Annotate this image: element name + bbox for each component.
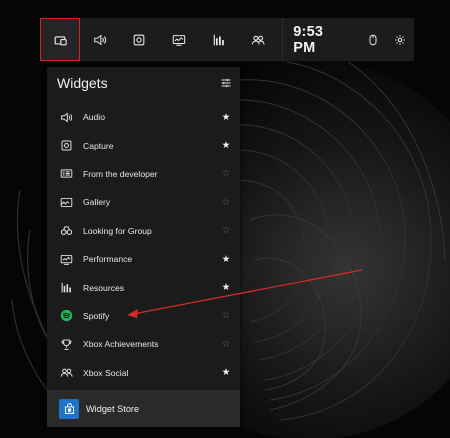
favorite-star-icon[interactable]: ★	[220, 282, 232, 293]
resources-icon	[61, 282, 71, 293]
performance-icon	[60, 254, 72, 265]
widget-item-label: Looking for Group	[83, 225, 152, 236]
developer-icon	[60, 169, 72, 179]
panel-title: Widgets	[57, 75, 108, 91]
widget-item-from-the-developer[interactable]: From the developer ☆	[47, 160, 240, 188]
resources-icon	[213, 34, 224, 45]
widget-item-label: Spotify	[83, 310, 110, 321]
favorite-star-icon[interactable]: ★	[220, 254, 232, 265]
widget-item-resources[interactable]: Resources ★	[47, 273, 240, 301]
spotify-icon	[60, 310, 72, 322]
favorite-star-icon[interactable]: ★	[220, 140, 232, 151]
clock: 9:53 PM	[293, 23, 324, 56]
capture-icon	[61, 140, 71, 151]
widget-item-label: Capture	[83, 140, 114, 151]
widget-list: Audio ★ Capture ★ From the developer ☆ G…	[47, 103, 240, 387]
resources-button[interactable]	[199, 18, 239, 61]
mouse-button[interactable]	[360, 18, 387, 61]
widget-store-button[interactable]: Widget Store	[47, 390, 240, 427]
widgets-panel: Widgets Audio ★ Capture ★ From the devel…	[47, 67, 240, 427]
trophy-icon	[61, 339, 71, 350]
widget-item-label: Audio	[83, 112, 105, 123]
options-icon[interactable]	[220, 77, 232, 89]
widget-item-label: Resources	[83, 282, 125, 293]
capture-button[interactable]	[119, 18, 159, 61]
gallery-icon	[60, 197, 72, 207]
favorite-star-icon[interactable]: ☆	[220, 197, 232, 208]
favorite-star-icon[interactable]: ☆	[220, 339, 232, 350]
audio-button[interactable]	[80, 18, 120, 61]
capture-icon	[133, 34, 145, 45]
favorite-star-icon[interactable]: ☆	[220, 225, 232, 236]
settings-button[interactable]	[387, 18, 414, 61]
game-bar: 9:53 PM	[40, 18, 414, 61]
widget-item-looking-for-group[interactable]: Looking for Group ☆	[47, 217, 240, 245]
favorite-star-icon[interactable]: ☆	[220, 310, 232, 321]
audio-icon	[93, 34, 106, 45]
widget-item-audio[interactable]: Audio ★	[47, 103, 240, 131]
favorite-star-icon[interactable]: ★	[220, 112, 232, 123]
widget-item-label: Gallery	[83, 197, 111, 208]
widget-item-xbox-achievements[interactable]: Xbox Achievements ☆	[47, 330, 240, 358]
widget-store-label: Widget Store	[86, 403, 140, 414]
social-icon	[60, 368, 73, 377]
widget-item-xbox-social[interactable]: Xbox Social ★	[47, 359, 240, 387]
widget-menu-icon	[54, 35, 67, 45]
widget-item-capture[interactable]: Capture ★	[47, 131, 240, 159]
widget-item-label: Xbox Achievements	[83, 339, 159, 350]
widget-item-label: Xbox Social	[83, 367, 129, 378]
social-button[interactable]	[239, 18, 279, 61]
widget-item-gallery[interactable]: Gallery ☆	[47, 188, 240, 216]
mouse-icon	[369, 34, 377, 45]
social-icon	[252, 35, 266, 45]
binoculars-icon	[60, 226, 72, 236]
favorite-star-icon[interactable]: ★	[220, 367, 232, 378]
widget-item-label: From the developer	[83, 168, 158, 179]
audio-icon	[60, 112, 72, 123]
performance-icon	[172, 34, 186, 46]
performance-button[interactable]	[159, 18, 199, 61]
widget-item-performance[interactable]: Performance ★	[47, 245, 240, 273]
widget-item-spotify[interactable]: Spotify ☆	[47, 302, 240, 330]
widget-item-label: Performance	[83, 254, 133, 265]
store-icon	[59, 398, 79, 419]
widget-menu-button[interactable]	[40, 18, 80, 61]
panel-header: Widgets	[47, 67, 240, 99]
favorite-star-icon[interactable]: ☆	[220, 168, 232, 179]
gear-icon	[395, 34, 406, 45]
